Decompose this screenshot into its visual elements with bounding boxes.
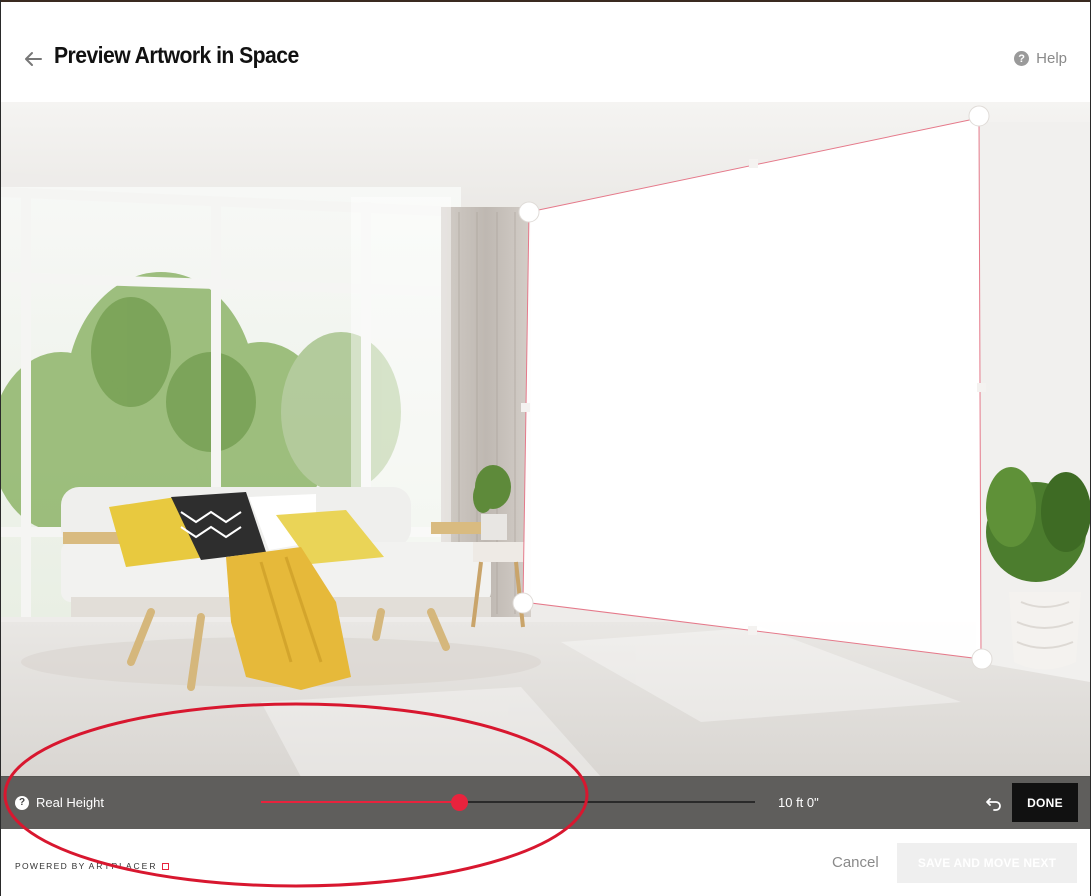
slider-fill	[261, 801, 459, 803]
corner-handle[interactable]	[518, 201, 540, 223]
brand-logo: ARTPLACER	[88, 861, 158, 871]
edge-handle[interactable]	[748, 626, 757, 635]
height-value: 10 ft 0"	[778, 795, 819, 810]
brand-square-icon	[162, 862, 170, 870]
done-button[interactable]: DONE	[1012, 783, 1078, 822]
real-height-label[interactable]: ? Real Height	[15, 795, 104, 810]
corner-handle[interactable]	[512, 592, 534, 614]
help-label: Help	[1036, 50, 1067, 67]
cancel-button[interactable]: Cancel	[832, 854, 879, 871]
arrow-left-icon[interactable]	[22, 48, 44, 70]
page-header: Preview Artwork in Space ? Help	[0, 2, 1091, 102]
question-circle-icon[interactable]: ?	[15, 795, 29, 810]
question-circle-icon: ?	[1014, 51, 1030, 66]
room-preview-canvas[interactable]	[1, 102, 1090, 777]
edge-handle[interactable]	[521, 403, 530, 412]
corner-handle[interactable]	[971, 648, 993, 670]
page-footer: POWERED BY ARTPLACER Cancel SAVE AND MOV…	[0, 829, 1091, 896]
edge-handle[interactable]	[749, 159, 758, 168]
help-link[interactable]: ? Help	[1014, 50, 1067, 67]
height-slider[interactable]	[261, 794, 755, 811]
edge-handle[interactable]	[977, 383, 986, 392]
save-and-move-next-button[interactable]: SAVE AND MOVE NEXT	[897, 843, 1077, 883]
powered-by: POWERED BY ARTPLACER	[15, 861, 170, 871]
slider-thumb[interactable]	[450, 794, 468, 811]
undo-icon[interactable]	[985, 794, 1003, 812]
corner-handle[interactable]	[968, 105, 990, 127]
room-scene	[1, 102, 1090, 777]
height-control-bar: ? Real Height 10 ft 0" DONE	[1, 776, 1090, 829]
page-title: Preview Artwork in Space	[54, 42, 299, 68]
